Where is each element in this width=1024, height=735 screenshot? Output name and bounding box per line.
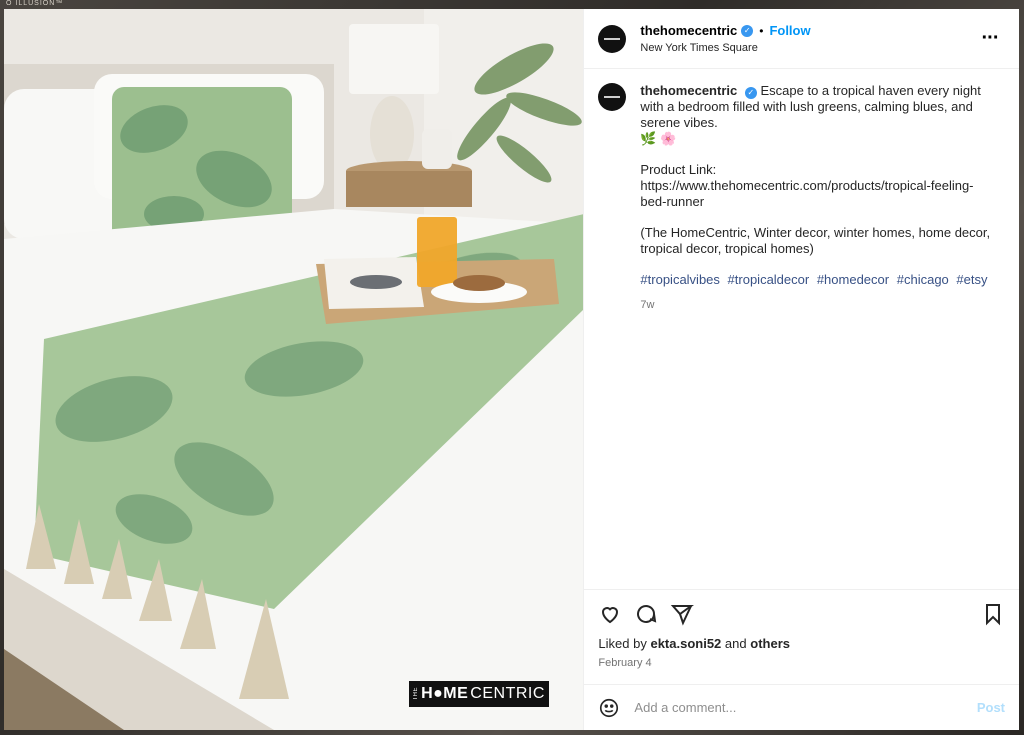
author-avatar[interactable] [598,24,627,53]
herb-emoji-icon: 🌿 [640,131,657,146]
author-username[interactable]: thehomecentric [640,23,737,38]
product-link-label: Product Link: [640,162,717,177]
hashtag-link[interactable]: #homedecor [817,272,889,287]
avatar-logo [604,37,621,40]
backdrop-brand-text: O ILLUSION™ [6,0,64,7]
post-modal: THE H●ME CENTRIC thehomecentric ✓ • Foll… [4,9,1019,730]
caption-section: thehomecentric ✓ Escape to a tropical ha… [584,69,1019,589]
caption-avatar[interactable] [598,83,627,111]
more-options-icon[interactable]: ··· [975,27,1005,50]
heart-icon[interactable] [598,602,622,626]
caption-username[interactable]: thehomecentric [640,83,737,98]
comment-bar: Post [584,684,1019,730]
watermark-bold: H●ME [421,685,469,702]
liked-by-user[interactable]: ekta.soni52 [650,636,721,651]
likes-summary: Liked by ekta.soni52 and others [598,636,1005,651]
brand-watermark: THE H●ME CENTRIC [409,681,549,707]
bedroom-photo [4,9,584,730]
product-link-block: Product Link: https://www.thehomecentric… [640,162,995,210]
caption-main: thehomecentric ✓ Escape to a tropical ha… [640,83,995,147]
separator-dot: • [759,23,764,38]
post-date: February 4 [598,657,652,669]
avatar-logo [604,96,621,98]
bookmark-icon[interactable] [981,602,1005,626]
likes-others[interactable]: others [750,636,790,651]
emoji-icon[interactable] [598,697,620,719]
hashtag-link[interactable]: #etsy [956,272,987,287]
hashtag-list: #tropicalvibes #tropicaldecor #homedecor… [640,272,995,288]
caption-age[interactable]: 7w [640,297,995,313]
header-row: thehomecentric ✓ • Follow [640,23,975,38]
post-header: thehomecentric ✓ • Follow New York Times… [584,9,1019,69]
watermark-rest: CENTRIC [470,685,545,702]
action-icons-row [598,600,1005,628]
watermark-prefix: THE [413,687,420,701]
caption-body: thehomecentric ✓ Escape to a tropical ha… [640,83,995,589]
hashtag-link[interactable]: #chicago [897,272,949,287]
caption-tags-text: (The HomeCentric, Winter decor, winter h… [640,225,991,256]
product-link-url[interactable]: https://www.thehomecentric.com/products/… [640,178,973,209]
header-text: thehomecentric ✓ • Follow New York Times… [640,23,975,54]
comment-icon[interactable] [634,602,658,626]
post-side-panel: thehomecentric ✓ • Follow New York Times… [583,9,1019,730]
share-icon[interactable] [670,602,695,626]
verified-badge-icon: ✓ [741,24,754,37]
blossom-emoji-icon: 🌸 [660,131,677,146]
verified-badge-icon: ✓ [744,87,757,99]
hashtag-link[interactable]: #tropicaldecor [728,272,810,287]
post-actions: Liked by ekta.soni52 and others February… [584,589,1019,684]
post-location[interactable]: New York Times Square [640,42,975,54]
comment-input[interactable] [632,699,977,716]
likes-and: and [724,636,747,651]
likes-prefix: Liked by [598,636,647,651]
hashtag-link[interactable]: #tropicalvibes [640,272,720,287]
follow-button[interactable]: Follow [769,23,810,38]
post-comment-button[interactable]: Post [977,700,1005,715]
post-image: THE H●ME CENTRIC [4,9,584,730]
